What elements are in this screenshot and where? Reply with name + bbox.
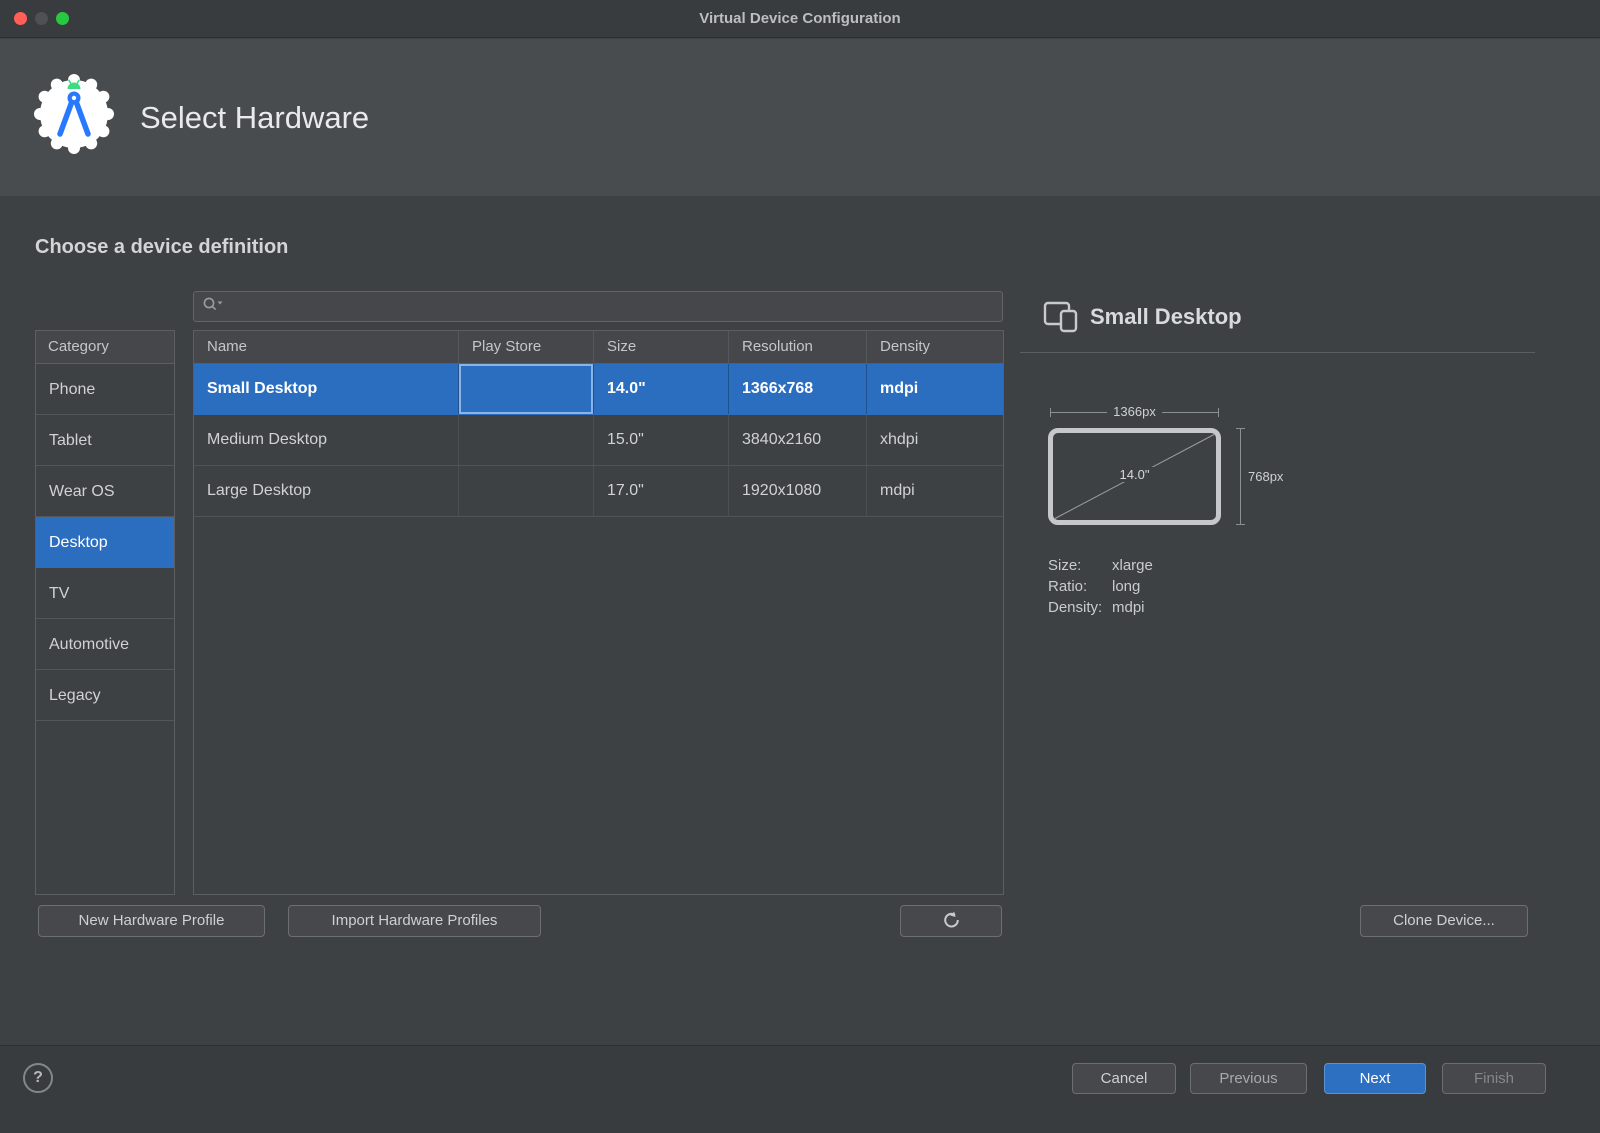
spec-density-label: Density: bbox=[1048, 597, 1112, 618]
device-specs: Size:xlarge Ratio:long Density:mdpi bbox=[1048, 555, 1153, 618]
column-header-density[interactable]: Density bbox=[866, 331, 1003, 363]
titlebar: Virtual Device Configuration bbox=[0, 0, 1600, 38]
cell-size[interactable]: 14.0" bbox=[593, 364, 728, 414]
category-column-header: Category bbox=[36, 331, 174, 364]
import-hardware-profiles-button[interactable]: Import Hardware Profiles bbox=[288, 905, 541, 937]
column-header-name[interactable]: Name bbox=[194, 331, 458, 363]
android-studio-logo-icon bbox=[33, 73, 115, 155]
table-row-large-desktop[interactable]: Large Desktop 17.0" 1920x1080 mdpi bbox=[194, 466, 1003, 517]
refresh-icon bbox=[942, 911, 961, 929]
table-header-row: Name Play Store Size Resolution Density bbox=[194, 331, 1003, 364]
spec-ratio: Ratio:long bbox=[1048, 576, 1153, 597]
cell-size[interactable]: 17.0" bbox=[593, 466, 728, 516]
clone-device-button[interactable]: Clone Device... bbox=[1360, 905, 1528, 937]
help-button[interactable]: ? bbox=[23, 1063, 53, 1093]
search-icon bbox=[202, 296, 224, 317]
category-item-legacy[interactable]: Legacy bbox=[36, 670, 174, 721]
device-width-label: 1366px bbox=[1050, 404, 1219, 419]
cell-resolution[interactable]: 1920x1080 bbox=[728, 466, 866, 516]
table-row-medium-desktop[interactable]: Medium Desktop 15.0" 3840x2160 xhdpi bbox=[194, 415, 1003, 466]
column-header-play-store[interactable]: Play Store bbox=[458, 331, 593, 363]
cell-resolution[interactable]: 1366x768 bbox=[728, 364, 866, 414]
device-search-input[interactable] bbox=[224, 292, 994, 321]
finish-button: Finish bbox=[1442, 1063, 1546, 1094]
category-item-tv[interactable]: TV bbox=[36, 568, 174, 619]
device-search-field[interactable] bbox=[193, 291, 1003, 322]
cell-name[interactable]: Medium Desktop bbox=[194, 415, 458, 465]
cell-play-store[interactable] bbox=[458, 466, 593, 516]
cancel-button[interactable]: Cancel bbox=[1072, 1063, 1176, 1094]
cell-name[interactable]: Small Desktop bbox=[194, 364, 458, 414]
spec-ratio-value: long bbox=[1112, 578, 1140, 595]
table-row-small-desktop[interactable]: Small Desktop 14.0" 1366x768 mdpi bbox=[194, 364, 1003, 415]
category-item-phone[interactable]: Phone bbox=[36, 364, 174, 415]
footer-bar: ? Cancel Previous Next Finish bbox=[0, 1045, 1600, 1133]
cell-density[interactable]: mdpi bbox=[866, 466, 1003, 516]
wizard-header: Select Hardware bbox=[0, 39, 1600, 196]
detail-separator bbox=[1020, 352, 1535, 353]
category-item-automotive[interactable]: Automotive bbox=[36, 619, 174, 670]
cell-resolution[interactable]: 3840x2160 bbox=[728, 415, 866, 465]
device-table: Name Play Store Size Resolution Density … bbox=[193, 330, 1004, 895]
cell-name[interactable]: Large Desktop bbox=[194, 466, 458, 516]
cell-density[interactable]: xhdpi bbox=[866, 415, 1003, 465]
spec-size: Size:xlarge bbox=[1048, 555, 1153, 576]
category-item-desktop[interactable]: Desktop bbox=[36, 517, 174, 568]
cell-density[interactable]: mdpi bbox=[866, 364, 1003, 414]
spec-size-label: Size: bbox=[1048, 555, 1112, 576]
spec-density: Density:mdpi bbox=[1048, 597, 1153, 618]
new-hardware-profile-button[interactable]: New Hardware Profile bbox=[38, 905, 265, 937]
category-item-wear-os[interactable]: Wear OS bbox=[36, 466, 174, 517]
spec-size-value: xlarge bbox=[1112, 557, 1153, 574]
category-panel: Category Phone Tablet Wear OS Desktop TV… bbox=[35, 330, 175, 895]
column-header-resolution[interactable]: Resolution bbox=[728, 331, 866, 363]
previous-button[interactable]: Previous bbox=[1190, 1063, 1307, 1094]
refresh-button[interactable] bbox=[900, 905, 1002, 937]
selected-device-title: Small Desktop bbox=[1090, 304, 1242, 330]
spec-density-value: mdpi bbox=[1112, 599, 1145, 616]
virtual-device-configuration-window: Virtual Device Configuration bbox=[0, 0, 1600, 1133]
column-header-size[interactable]: Size bbox=[593, 331, 728, 363]
page-title: Select Hardware bbox=[140, 39, 369, 196]
cell-play-store[interactable] bbox=[458, 415, 593, 465]
height-dimension-line bbox=[1240, 428, 1241, 525]
window-title: Virtual Device Configuration bbox=[0, 0, 1600, 38]
screen-diagonal-label: 14.0" bbox=[1048, 467, 1221, 482]
next-button[interactable]: Next bbox=[1324, 1063, 1426, 1094]
cell-size[interactable]: 15.0" bbox=[593, 415, 728, 465]
cell-play-store[interactable] bbox=[458, 364, 593, 414]
device-preview-icon bbox=[1043, 301, 1079, 338]
section-title: Choose a device definition bbox=[35, 236, 288, 259]
spec-ratio-label: Ratio: bbox=[1048, 576, 1112, 597]
category-item-tablet[interactable]: Tablet bbox=[36, 415, 174, 466]
device-height-label: 768px bbox=[1248, 469, 1283, 484]
